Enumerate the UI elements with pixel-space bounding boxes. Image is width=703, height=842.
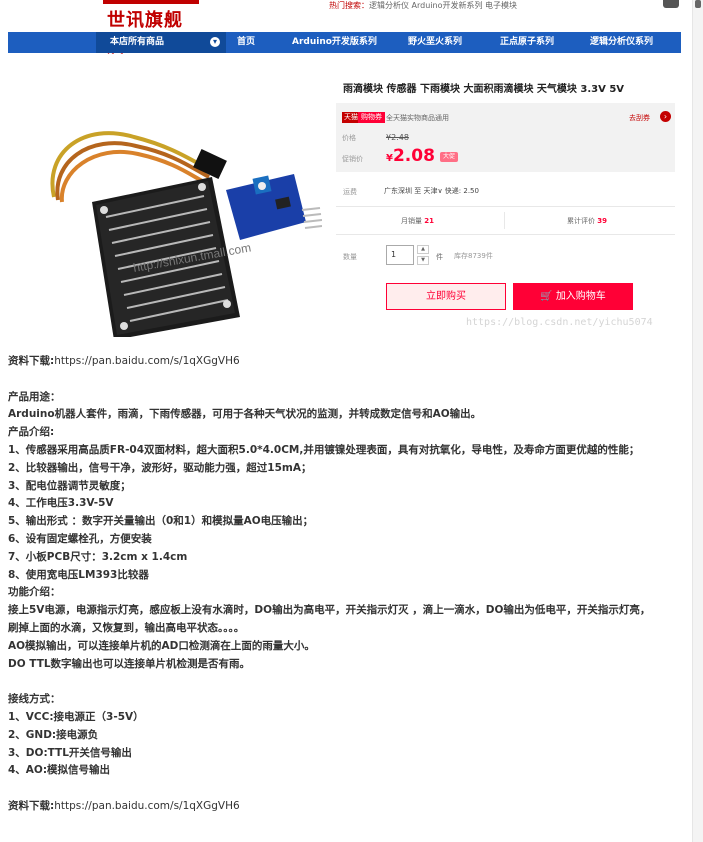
- currency-symbol: ¥: [386, 153, 393, 164]
- quantity-label: 数量: [343, 253, 357, 261]
- hot-search-label: 热门搜索：: [329, 1, 369, 10]
- nav-item-arduino[interactable]: Arduino开发版系列: [292, 32, 377, 53]
- wiring-line: 4、AO:模拟信号输出: [8, 764, 111, 777]
- description-line: 功能介绍：: [8, 586, 61, 599]
- chevron-down-icon: ▾: [210, 37, 220, 47]
- rain-sensor-illustration: http://shixun.tmall.com: [50, 131, 323, 340]
- download-label: 资料下载:: [8, 799, 55, 812]
- promo-price-label: 促销价: [342, 155, 363, 163]
- description-line: 7、小板PCB尺寸：3.2cm x 1.4cm: [8, 550, 188, 563]
- nav-item-logic-analyzer[interactable]: 逻辑分析仪系列: [590, 32, 653, 53]
- store-navbar: 本店所有商品 ▾ 首页 Arduino开发版系列 野火垩火系列 正点原子系列 逻…: [8, 32, 681, 53]
- download-line: 资料下载:https://pan.baidu.com/s/1qXGgVH6: [8, 353, 688, 371]
- chevron-right-icon[interactable]: ›: [660, 111, 671, 122]
- monthly-sales-value: 21: [424, 217, 434, 225]
- description-line: 1、传感器采用高品质FR-04双面材料，超大面积5.0*4.0CM,并用镀镍处理…: [8, 443, 640, 456]
- header: 世讯旗舰店 热门搜索：逻辑分析仪 Arduino开发新系列 电子模块: [0, 0, 693, 57]
- description-line: AO模拟输出，可以连接单片机的AD口检测滴在上面的雨量大小。: [8, 639, 315, 652]
- quantity-decrease-button[interactable]: ▼: [417, 256, 429, 265]
- description-line: 6、设有固定螺栓孔，方便安装: [8, 532, 152, 545]
- shipping-info[interactable]: 广东深圳 至 天津∨ 快递: 2.50: [384, 186, 479, 196]
- description-line: 产品用途：: [8, 390, 61, 403]
- cart-icon[interactable]: [663, 0, 679, 8]
- divider: [504, 212, 505, 229]
- get-coupon-link[interactable]: 去刮券: [629, 113, 650, 123]
- logo-bar: [103, 0, 199, 4]
- description-line: 4、工作电压3.3V-5V: [8, 497, 114, 510]
- review-count[interactable]: 累计评价 39: [567, 216, 607, 226]
- coupon-text: 全天猫实物商品通用: [386, 114, 449, 122]
- description-line: 产品介绍:: [8, 426, 55, 439]
- price-box: 天猫 购物券 全天猫实物商品通用 去刮券 › 价格 ¥2.48 促销价 ¥2.0…: [336, 103, 675, 172]
- store-logo[interactable]: 世讯旗舰店: [103, 0, 199, 57]
- scrollbar[interactable]: [692, 0, 703, 842]
- product-title: 雨滴模块 传感器 下雨模块 大面积雨滴模块 天气模块 3.3V 5V: [343, 84, 625, 95]
- promo-price: ¥2.08: [386, 146, 435, 166]
- review-count-label: 累计评价: [567, 217, 595, 225]
- monthly-sales-label: 月销量: [401, 217, 422, 225]
- price-label: 价格: [342, 134, 356, 142]
- description-line: 刷掉上面的水滴，又恢复到，输出高电平状态。。。。: [8, 621, 245, 634]
- original-price: ¥2.48: [386, 133, 409, 142]
- product-image[interactable]: http://shixun.tmall.com: [44, 82, 323, 340]
- all-products-dropdown[interactable]: 本店所有商品 ▾: [96, 32, 226, 53]
- description-line: Arduino机器人套件，雨滴，下雨传感器，可用于各种天气状况的监测，并转成数定…: [8, 408, 482, 421]
- description-line: 8、使用宽电压LM393比较器: [8, 568, 149, 581]
- promo-price-value: 2.08: [392, 146, 435, 166]
- wiring-line: 接线方式：: [8, 693, 61, 706]
- quantity-increase-button[interactable]: ▲: [417, 245, 429, 254]
- wiring-line: 1、VCC:接电源正（3-5V）: [8, 710, 144, 723]
- description-line: 5、输出形式 ：数字开关量输出（0和1）和模拟量AO电压输出；: [8, 515, 314, 528]
- review-count-value: 39: [597, 217, 607, 225]
- wiring-line: 2、GND:接电源负: [8, 728, 99, 741]
- watermark: https://blog.csdn.net/yichu5074: [466, 317, 653, 328]
- download-link[interactable]: https://pan.baidu.com/s/1qXGgVH6: [54, 800, 239, 812]
- hot-search-terms[interactable]: 逻辑分析仪 Arduino开发新系列 电子模块: [369, 1, 517, 10]
- cart-icon: 🛒: [540, 291, 553, 302]
- nav-item-zhengdian[interactable]: 正点原子系列: [500, 32, 554, 53]
- quantity-input[interactable]: 1: [386, 245, 414, 265]
- divider: [336, 234, 675, 235]
- product-description: 资料下载:https://pan.baidu.com/s/1qXGgVH6 产品…: [8, 353, 688, 816]
- monthly-sales: 月销量 21: [401, 216, 434, 226]
- scrollbar-thumb[interactable]: [695, 0, 701, 8]
- nav-item-home[interactable]: 首页: [237, 32, 255, 53]
- nav-item-yehuo[interactable]: 野火垩火系列: [408, 32, 462, 53]
- all-products-label: 本店所有商品: [110, 37, 165, 47]
- description-line: 3、配电位器调节灵敏度；: [8, 479, 131, 492]
- buy-now-button[interactable]: 立即购买: [386, 283, 506, 310]
- stock-info: 库存8739件: [454, 252, 493, 260]
- promo-badge: 大促: [440, 152, 459, 162]
- add-to-cart-label: 加入购物车: [555, 291, 606, 302]
- quantity-unit: 件: [436, 253, 443, 261]
- shipping-label: 运费: [343, 188, 357, 196]
- wiring-line: 3、DO:TTL开关信号输出: [8, 746, 132, 759]
- hot-search: 热门搜索：逻辑分析仪 Arduino开发新系列 电子模块: [329, 0, 517, 11]
- download-link[interactable]: https://pan.baidu.com/s/1qXGgVH6: [54, 355, 239, 367]
- description-line: 接上5V电源，电源指示灯亮，感应板上没有水滴时，DO输出为高电平，开关指示灯灭 …: [8, 604, 651, 617]
- coupon-tag: 购物券: [358, 112, 385, 123]
- download-label: 资料下载:: [8, 355, 55, 367]
- download-line: 资料下载:https://pan.baidu.com/s/1qXGgVH6: [8, 798, 688, 816]
- divider: [336, 206, 675, 207]
- add-to-cart-button[interactable]: 🛒 加入购物车: [513, 283, 633, 310]
- description-line: 2、比较器输出，信号干净，波形好，驱动能力强，超过15mA；: [8, 461, 312, 474]
- description-line: DO TTL数字输出也可以连接单片机检测是否有雨。: [8, 657, 251, 670]
